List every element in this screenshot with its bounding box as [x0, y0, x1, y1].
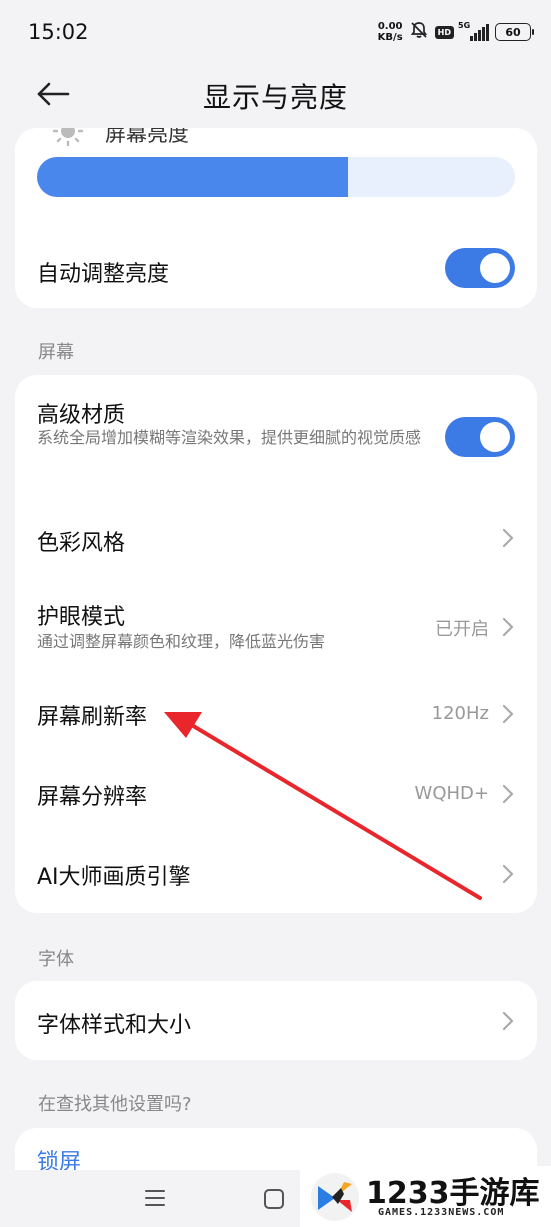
section-label-other-settings: 在查找其他设置吗? — [38, 1094, 192, 1115]
sun-icon — [52, 128, 84, 150]
brightness-slider[interactable] — [37, 157, 515, 197]
chevron-right-icon — [502, 528, 514, 548]
refresh-rate-row[interactable]: 屏幕刷新率 120Hz — [15, 673, 537, 753]
page-title: 显示与亮度 — [202, 81, 348, 114]
color-style-row[interactable]: 色彩风格 — [15, 497, 537, 577]
refresh-rate-title: 屏幕刷新率 — [37, 705, 148, 730]
watermark-url: GAMES.1233NEWS.COM — [378, 1207, 505, 1218]
eye-care-value: 已开启 — [435, 619, 489, 640]
status-time: 15:02 — [28, 20, 89, 44]
resolution-value: WQHD+ — [414, 783, 489, 804]
network-speed: 0.00 KB/s — [378, 21, 403, 43]
auto-brightness-label: 自动调整亮度 — [37, 262, 170, 287]
home-button[interactable] — [263, 1188, 285, 1214]
auto-brightness-row[interactable]: 自动调整亮度 — [15, 238, 537, 308]
advanced-material-row[interactable]: 高级材质 系统全局增加模糊等渲染效果，提供更细腻的视觉质感 — [15, 375, 537, 497]
chevron-right-icon — [502, 704, 514, 724]
battery-icon: 60 — [495, 23, 534, 41]
network-speed-value: 0.00 — [377, 21, 403, 32]
eye-care-row[interactable]: 护眼模式 通过调整屏幕颜色和纹理，降低蓝光伤害 已开启 — [15, 577, 537, 673]
brightness-slider-fill — [37, 157, 348, 197]
watermark: 1233手游库 GAMES.1233NEWS.COM — [300, 1166, 551, 1227]
resolution-row[interactable]: 屏幕分辨率 WQHD+ — [15, 753, 537, 833]
screen-settings-card: 高级材质 系统全局增加模糊等渲染效果，提供更细腻的视觉质感 色彩风格 护眼模式 … — [15, 375, 537, 913]
hd-badge: HD — [434, 25, 454, 39]
header: 显示与亮度 — [0, 62, 551, 128]
signal-icon: 5G — [458, 21, 489, 41]
resolution-title: 屏幕分辨率 — [37, 785, 148, 810]
menu-button[interactable] — [144, 1188, 166, 1212]
battery-level: 60 — [505, 25, 521, 39]
ai-picture-engine-title: AI大师画质引擎 — [37, 865, 191, 890]
font-style-size-row[interactable]: 字体样式和大小 — [15, 981, 537, 1060]
network-type: 5G — [458, 21, 471, 30]
watermark-title: 1233手游库 — [366, 1176, 540, 1211]
advanced-material-toggle[interactable] — [445, 417, 515, 457]
chevron-right-icon — [502, 1011, 514, 1031]
font-style-size-title: 字体样式和大小 — [37, 1013, 192, 1038]
eye-care-title: 护眼模式 — [37, 605, 126, 630]
refresh-rate-value: 120Hz — [431, 703, 489, 724]
auto-brightness-toggle[interactable] — [445, 248, 515, 288]
ai-picture-engine-row[interactable]: AI大师画质引擎 — [15, 833, 537, 913]
brightness-card: 屏幕亮度 自动调整亮度 — [15, 128, 537, 308]
menu-icon — [145, 1190, 165, 1206]
advanced-material-subtitle: 系统全局增加模糊等渲染效果，提供更细腻的视觉质感 — [37, 428, 422, 447]
status-icons: 0.00 KB/s HD 5G 60 — [378, 20, 534, 44]
network-speed-unit: KB/s — [377, 32, 403, 43]
section-label-font: 字体 — [38, 949, 74, 970]
chevron-right-icon — [502, 617, 514, 637]
status-bar: 15:02 0.00 KB/s HD 5G 60 — [0, 0, 551, 62]
bell-muted-icon — [409, 20, 429, 44]
eye-care-subtitle: 通过调整屏幕颜色和纹理，降低蓝光伤害 — [37, 632, 326, 651]
watermark-logo-icon — [311, 1173, 359, 1221]
section-label-screen: 屏幕 — [38, 342, 74, 363]
home-square-icon — [264, 1189, 284, 1209]
chevron-right-icon — [502, 784, 514, 804]
color-style-title: 色彩风格 — [37, 531, 126, 556]
brightness-label: 屏幕亮度 — [105, 128, 189, 146]
font-settings-card: 字体样式和大小 — [15, 981, 537, 1060]
chevron-right-icon — [502, 864, 514, 884]
